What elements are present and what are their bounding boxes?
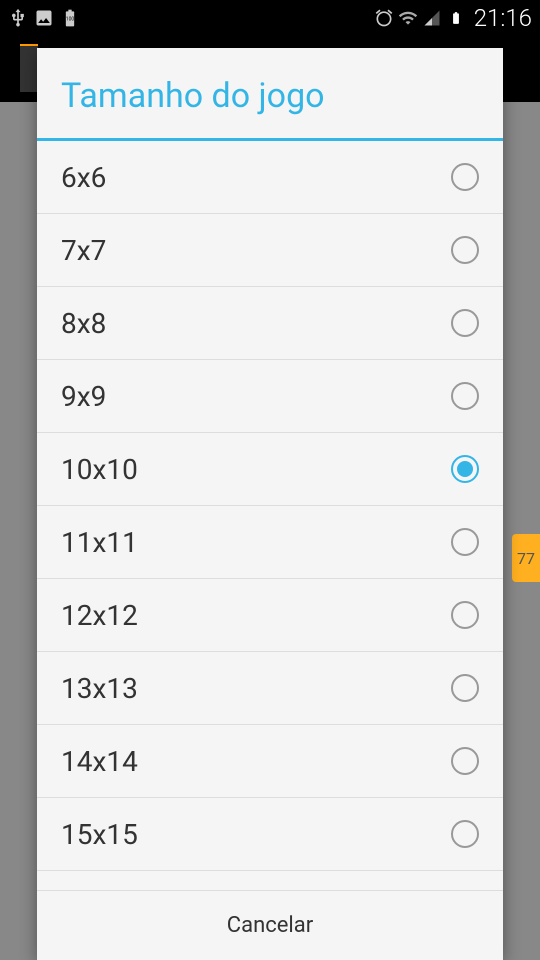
usb-icon — [8, 8, 28, 28]
option-item-6x6[interactable]: 6x6 — [37, 141, 503, 214]
option-item-9x9[interactable]: 9x9 — [37, 360, 503, 433]
option-item-11x11[interactable]: 11x11 — [37, 506, 503, 579]
option-label: 15x15 — [61, 818, 138, 851]
option-item-15x15[interactable]: 15x15 — [37, 798, 503, 871]
radio-icon[interactable] — [451, 528, 479, 556]
option-item-14x14[interactable]: 14x14 — [37, 725, 503, 798]
radio-icon[interactable] — [451, 163, 479, 191]
option-item-10x10[interactable]: 10x10 — [37, 433, 503, 506]
clock-time: 21:16 — [474, 4, 532, 32]
radio-icon[interactable] — [451, 309, 479, 337]
option-item-8x8[interactable]: 8x8 — [37, 287, 503, 360]
radio-icon[interactable] — [451, 747, 479, 775]
scroll-badge: 77 — [512, 534, 540, 582]
options-list[interactable]: 6x6 7x7 8x8 9x9 10x10 11x11 12x12 13x13 14x14 15x… — [37, 141, 503, 890]
dialog-title: Tamanho do jogo — [37, 48, 503, 141]
status-right: 21:16 — [374, 4, 532, 32]
option-label: 9x9 — [61, 380, 106, 413]
signal-icon — [422, 8, 442, 28]
battery-100-icon: 100 — [60, 8, 80, 28]
option-label: 8x8 — [61, 307, 106, 340]
radio-icon[interactable] — [451, 820, 479, 848]
option-label: 11x11 — [61, 526, 138, 559]
radio-icon[interactable] — [451, 236, 479, 264]
option-label: 14x14 — [61, 745, 138, 778]
radio-icon[interactable] — [451, 674, 479, 702]
status-left: 100 — [8, 8, 80, 28]
option-label: 12x12 — [61, 599, 138, 632]
cancel-button[interactable]: Cancelar — [37, 890, 503, 960]
option-item-7x7[interactable]: 7x7 — [37, 214, 503, 287]
option-item-12x12[interactable]: 12x12 — [37, 579, 503, 652]
image-icon — [34, 8, 54, 28]
option-label: 6x6 — [61, 161, 106, 194]
radio-icon[interactable] — [451, 601, 479, 629]
status-bar: 100 21:16 — [0, 0, 540, 36]
option-item-13x13[interactable]: 13x13 — [37, 652, 503, 725]
option-label: 13x13 — [61, 672, 138, 705]
svg-text:100: 100 — [66, 17, 75, 23]
option-label: 10x10 — [61, 453, 138, 486]
radio-icon[interactable] — [451, 455, 479, 483]
radio-icon[interactable] — [451, 382, 479, 410]
cancel-label: Cancelar — [227, 913, 313, 938]
alarm-icon — [374, 8, 394, 28]
battery-icon — [446, 8, 466, 28]
game-size-dialog: Tamanho do jogo 6x6 7x7 8x8 9x9 10x10 11x11 12… — [37, 48, 503, 960]
option-label: 7x7 — [61, 234, 106, 267]
wifi-icon — [398, 8, 418, 28]
bg-tab — [20, 44, 38, 92]
